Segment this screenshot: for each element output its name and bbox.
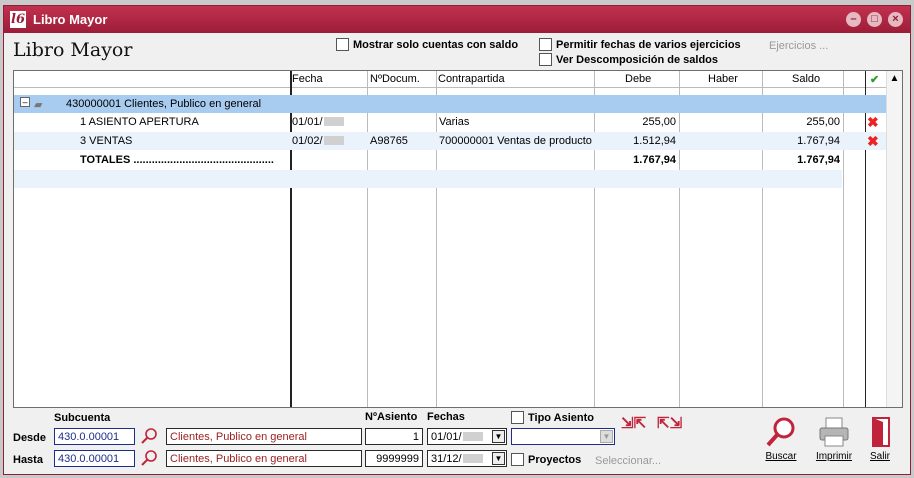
col-contrapartida[interactable]: Contrapartida — [438, 73, 505, 85]
empty-row[interactable] — [14, 170, 842, 188]
checkbox-box[interactable] — [511, 453, 524, 466]
search-icon — [766, 417, 795, 447]
hasta-cuenta-input[interactable]: 430.0.00001 — [54, 450, 135, 467]
vertical-scrollbar[interactable]: ▲ — [886, 71, 902, 407]
chevron-down-icon[interactable]: ▼ — [600, 430, 613, 443]
close-button[interactable]: × — [888, 12, 903, 27]
proyectos-label: Proyectos — [528, 453, 582, 466]
imprimir-label: Imprimir — [815, 451, 853, 462]
window-title: Libro Mayor — [33, 12, 108, 27]
varios-ejercicios-label: Permitir fechas de varios ejercicios — [556, 38, 741, 51]
checkbox-box[interactable] — [336, 38, 349, 51]
collapse-icon[interactable]: – — [20, 97, 30, 107]
delete-icon[interactable]: ✖ — [867, 114, 879, 131]
search-account-icon[interactable] — [140, 427, 158, 445]
imprimir-button[interactable]: Imprimir — [814, 416, 854, 462]
desde-fecha-input[interactable]: 01/01/ ▼ — [427, 428, 507, 445]
folder-icon: ▰ — [34, 99, 43, 111]
maximize-button[interactable]: □ — [867, 12, 882, 27]
account-row[interactable]: – ▰ 430000001 Clientes, Publico en gener… — [14, 95, 887, 113]
varios-ejercicios-checkbox[interactable]: Permitir fechas de varios ejercicios — [539, 38, 741, 51]
chevron-down-icon[interactable]: ▼ — [492, 430, 505, 443]
row-desc: 3 VENTAS — [80, 135, 133, 147]
table-row[interactable]: 3 VENTAS 01/02/ A98765 700000001 Ventas … — [14, 132, 887, 150]
totals-label: TOTALES ................................… — [80, 154, 274, 166]
ledger-grid: Fecha NºDocum. Contrapartida Debe Haber … — [13, 70, 903, 408]
desde-asiento-input[interactable]: 1 — [365, 428, 423, 445]
totals-saldo: 1.767,94 — [797, 154, 840, 166]
hasta-nombre-field[interactable]: Clientes, Publico en general — [166, 450, 362, 467]
checkbox-box[interactable] — [511, 411, 524, 424]
col-saldo[interactable]: Saldo — [792, 73, 820, 85]
collapse-all-icon[interactable]: ⇲⇱ — [621, 414, 646, 432]
row-contrapartida: Varias — [439, 116, 470, 128]
col-haber[interactable]: Haber — [708, 73, 738, 85]
row-saldo: 255,00 — [806, 116, 840, 128]
expand-all-icon[interactable]: ⇱⇲ — [657, 414, 682, 432]
seleccionar-link[interactable]: Seleccionar... — [595, 455, 661, 467]
col-debe[interactable]: Debe — [625, 73, 651, 85]
exit-door-icon — [872, 417, 890, 447]
hasta-asiento-input[interactable]: 9999999 — [365, 450, 423, 467]
delete-icon[interactable]: ✖ — [867, 133, 879, 150]
solo-saldo-checkbox[interactable]: Mostrar solo cuentas con saldo — [336, 38, 518, 51]
row-desc: 1 ASIENTO APERTURA — [80, 116, 199, 128]
check-icon: ✔ — [870, 74, 880, 86]
salir-label: Salir — [869, 451, 890, 462]
tipo-asiento-label: Tipo Asiento — [528, 411, 594, 424]
desde-nombre-field[interactable]: Clientes, Publico en general — [166, 428, 362, 445]
app-logo: l6 — [10, 11, 26, 28]
chevron-down-icon[interactable]: ▼ — [492, 452, 505, 465]
scroll-up-icon[interactable]: ▲ — [887, 73, 902, 84]
checkbox-box[interactable] — [539, 53, 552, 66]
totals-debe: 1.767,94 — [633, 154, 676, 166]
col-ndocum[interactable]: NºDocum. — [370, 73, 420, 85]
minimize-button[interactable]: – — [846, 12, 861, 27]
row-contrapartida: 700000001 Ventas de producto — [439, 135, 592, 147]
grid-header: Fecha NºDocum. Contrapartida Debe Haber … — [14, 71, 902, 88]
row-debe: 255,00 — [642, 116, 676, 128]
proyectos-checkbox[interactable]: Proyectos — [511, 453, 581, 466]
row-saldo: 1.767,94 — [797, 135, 840, 147]
libro-mayor-window: l6 Libro Mayor – □ × Libro Mayor Mostrar… — [3, 5, 911, 475]
account-label: 430000001 Clientes, Publico en general — [66, 98, 262, 110]
buscar-button[interactable]: Buscar — [761, 416, 801, 462]
title-bar: l6 Libro Mayor – □ × — [4, 6, 910, 33]
col-fecha[interactable]: Fecha — [292, 73, 323, 85]
table-row[interactable]: 1 ASIENTO APERTURA 01/01/ Varias 255,00 … — [14, 113, 887, 131]
search-account-icon[interactable] — [140, 449, 158, 467]
fechas-label: Fechas — [427, 411, 465, 423]
row-fecha: 01/02/ — [292, 135, 344, 147]
desde-label: Desde — [13, 432, 47, 444]
nasiento-label: NºAsiento — [365, 411, 418, 423]
ejercicios-link[interactable]: Ejercicios ... — [769, 40, 828, 52]
descomposicion-label: Ver Descomposición de saldos — [556, 53, 719, 66]
tipo-asiento-checkbox[interactable]: Tipo Asiento — [511, 411, 594, 424]
descomposicion-checkbox[interactable]: Ver Descomposición de saldos — [539, 53, 718, 66]
row-doc: A98765 — [370, 135, 408, 147]
hasta-fecha-input[interactable]: 31/12/ ▼ — [427, 450, 507, 467]
subcuenta-label: Subcuenta — [54, 412, 111, 424]
hasta-label: Hasta — [13, 454, 43, 466]
solo-saldo-label: Mostrar solo cuentas con saldo — [353, 38, 519, 51]
row-fecha: 01/01/ — [292, 116, 344, 128]
checkbox-box[interactable] — [539, 38, 552, 51]
row-debe: 1.512,94 — [633, 135, 676, 147]
totals-row: TOTALES ................................… — [14, 151, 887, 169]
desde-cuenta-input[interactable]: 430.0.00001 — [54, 428, 135, 445]
printer-icon — [819, 417, 849, 447]
buscar-label: Buscar — [765, 451, 797, 462]
page-title: Libro Mayor — [13, 39, 133, 61]
salir-button[interactable]: Salir — [860, 416, 900, 462]
tipo-asiento-select[interactable]: ▼ — [511, 428, 615, 445]
